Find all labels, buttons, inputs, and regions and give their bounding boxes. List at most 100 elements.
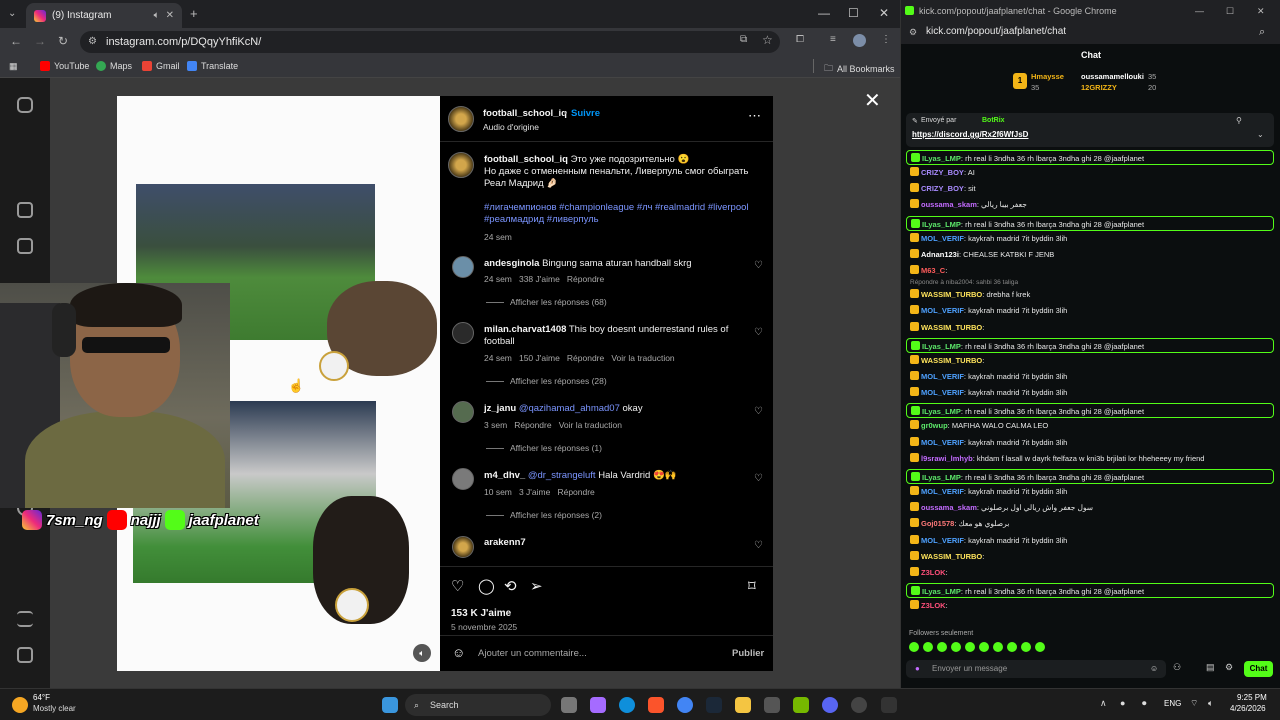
- comment-avatar[interactable]: [452, 536, 474, 558]
- maximize-icon[interactable]: ☐: [1226, 0, 1234, 22]
- maximize-icon[interactable]: ☐: [848, 6, 859, 20]
- chat-username[interactable]: WASSIM_TURBO: [921, 323, 982, 332]
- like-icon[interactable]: ♡: [451, 577, 464, 595]
- back-icon[interactable]: ←: [10, 34, 22, 48]
- bookmark-youtube[interactable]: YouTube: [40, 61, 89, 71]
- comment-user[interactable]: andesginola: [484, 258, 539, 269]
- comment-like-icon[interactable]: ♡: [754, 260, 763, 271]
- file-explorer-icon[interactable]: [735, 697, 751, 713]
- chat-message[interactable]: MOL_VERIF: kaykrah madrid 7it byddin 3li…: [906, 232, 1274, 244]
- temperature[interactable]: 64°F: [33, 693, 50, 702]
- pinned-link[interactable]: https://discord.gg/Rx2f6WfJsD: [912, 130, 1028, 139]
- comment-like-icon[interactable]: ♡: [754, 473, 763, 484]
- pinned-message[interactable]: ✎ Envoyé par BotRix https://discord.gg/R…: [906, 113, 1274, 147]
- chat-message[interactable]: WASSIM_TURBO: drebha f krek: [906, 289, 1274, 300]
- chat-message[interactable]: l9srawi_lmhyb: khdam f lasall w dayrk ft…: [906, 452, 1274, 464]
- all-bookmarks[interactable]: 🗀 All Bookmarks: [824, 61, 895, 77]
- show-replies-label[interactable]: Afficher les réponses (28): [510, 376, 607, 386]
- translate-button[interactable]: Voir la traduction: [559, 420, 622, 430]
- chat-username[interactable]: ILyas_LMP: [922, 407, 961, 416]
- reply-button[interactable]: Répondre: [514, 420, 551, 430]
- comment-likes[interactable]: 3 J'aime: [519, 487, 550, 497]
- chat-message[interactable]: ILyas_LMP: rh real li 3ndha 36 rh lbarça…: [906, 150, 1274, 165]
- pinned-user[interactable]: BotRix: [982, 117, 1005, 124]
- comment-user[interactable]: arakenn7: [484, 537, 526, 548]
- site-info-icon[interactable]: ⚙︎: [909, 22, 917, 42]
- reading-list-icon[interactable]: ≡: [830, 34, 836, 45]
- chat-username[interactable]: ILyas_LMP: [922, 342, 961, 351]
- chat-username[interactable]: ILyas_LMP: [922, 473, 961, 482]
- more-menu-icon[interactable]: [17, 611, 33, 627]
- comment-user[interactable]: m4_dhv_: [484, 470, 525, 481]
- chat-username[interactable]: CRIZY_BOY: [921, 184, 964, 193]
- task-view-icon[interactable]: [561, 697, 577, 713]
- chat-username[interactable]: MOL_VERIF: [921, 372, 964, 381]
- weather-icon[interactable]: [12, 697, 28, 713]
- discord-icon[interactable]: [822, 697, 838, 713]
- author-avatar[interactable]: [448, 106, 474, 132]
- comment-likes[interactable]: 150 J'aime: [519, 353, 560, 363]
- tab-instagram[interactable]: (9) Instagram 🔈︎ ✕: [26, 3, 182, 28]
- show-replies-label[interactable]: Afficher les réponses (68): [510, 297, 607, 307]
- show-replies-1[interactable]: Afficher les réponses (68): [486, 297, 607, 307]
- publish-button[interactable]: Publier: [732, 648, 764, 659]
- show-replies-label[interactable]: Afficher les réponses (2): [510, 510, 602, 520]
- steam-icon[interactable]: [706, 697, 722, 713]
- close-window-icon[interactable]: ✕: [879, 6, 889, 20]
- tray-app-icon[interactable]: ●: [1120, 698, 1125, 708]
- emote-icon[interactable]: [965, 642, 975, 652]
- chat-username[interactable]: WASSIM_TURBO: [921, 552, 982, 561]
- reload-icon[interactable]: ↻: [58, 34, 68, 48]
- chat-message-input[interactable]: ● Envoyer un message ☺: [906, 660, 1166, 678]
- show-replies-4[interactable]: Afficher les réponses (2): [486, 510, 602, 520]
- tab-search-icon[interactable]: ⌄: [8, 8, 16, 19]
- site-info-icon[interactable]: ⚙︎: [88, 31, 97, 53]
- chat-message[interactable]: ILyas_LMP: rh real li 3ndha 36 rh lbarça…: [906, 403, 1274, 419]
- comment-avatar[interactable]: [452, 256, 474, 278]
- weather-condition[interactable]: Mostly clear: [33, 704, 76, 713]
- show-replies-label[interactable]: Afficher les réponses (1): [510, 443, 602, 453]
- chat-username[interactable]: MOL_VERIF: [921, 438, 964, 447]
- author-name[interactable]: football_school_iq: [483, 108, 567, 119]
- hashtags-line-2[interactable]: #реалмадрид #ливерпуль: [484, 214, 599, 225]
- chat-message[interactable]: MOL_VERIF: kaykrah madrid 7it byddin 3li…: [906, 436, 1274, 448]
- chat-users-icon[interactable]: ▤: [1206, 662, 1215, 673]
- extensions-icon[interactable]: ⧠: [796, 34, 804, 45]
- chat-message[interactable]: MOL_VERIF: kaykrah madrid 7it byddin 3li…: [906, 387, 1274, 398]
- chat-message[interactable]: WASSIM_TURBO:: [906, 354, 1274, 366]
- network-icon[interactable]: ⌔: [1190, 698, 1198, 709]
- taskbar-search[interactable]: ⌕ Search: [405, 694, 551, 716]
- minimize-icon[interactable]: —: [818, 6, 830, 20]
- caption-author-avatar[interactable]: [448, 152, 474, 178]
- bookmark-maps[interactable]: Maps: [96, 61, 132, 71]
- chat-username[interactable]: WASSIM_TURBO: [921, 356, 982, 365]
- reply-button[interactable]: Répondre: [557, 487, 594, 497]
- microphone-icon[interactable]: ⏺: [1142, 698, 1147, 709]
- chat-message[interactable]: Z3LOK:: [906, 567, 1274, 578]
- chat-username[interactable]: oussama_skam: [921, 200, 977, 209]
- chat-settings-icon[interactable]: ⚙︎: [1225, 662, 1233, 673]
- chat-message[interactable]: WASSIM_TURBO:: [906, 321, 1274, 333]
- comment-like-icon[interactable]: ♡: [754, 327, 763, 338]
- comment-avatar[interactable]: [452, 401, 474, 423]
- tray-overflow-icon[interactable]: ∧: [1100, 698, 1107, 709]
- emote-icon[interactable]: [951, 642, 961, 652]
- emote-icon[interactable]: [923, 642, 933, 652]
- chat-username[interactable]: ILyas_LMP: [922, 154, 961, 163]
- comment-avatar[interactable]: [452, 322, 474, 344]
- repost-icon[interactable]: ⟲: [504, 577, 517, 595]
- tab-close-icon[interactable]: ✕: [166, 10, 174, 21]
- cast-icon[interactable]: ⧉: [740, 34, 747, 45]
- start-icon[interactable]: [382, 697, 398, 713]
- close-modal-icon[interactable]: ✕: [864, 88, 881, 113]
- chat-url-bar[interactable]: ⚙︎ kick.com/popout/jaafplanet/chat ⌕: [901, 22, 1280, 44]
- clock-time[interactable]: 9:25 PM: [1237, 693, 1267, 702]
- chat-username[interactable]: gr0wup: [921, 421, 948, 430]
- gifter-3-name[interactable]: 12GRIZZY: [1081, 83, 1117, 92]
- chat-message[interactable]: ILyas_LMP: rh real li 3ndha 36 rh lbarça…: [906, 215, 1274, 231]
- bookmark-translate[interactable]: Translate: [187, 61, 238, 71]
- comment-mention[interactable]: @qazihamad_ahmad07: [519, 403, 620, 414]
- minimize-icon[interactable]: —: [1195, 0, 1204, 22]
- url-input[interactable]: ⚙︎ instagram.com/p/DQqyYhfiKcN/: [80, 31, 780, 53]
- instagram-logo-icon[interactable]: [17, 97, 33, 113]
